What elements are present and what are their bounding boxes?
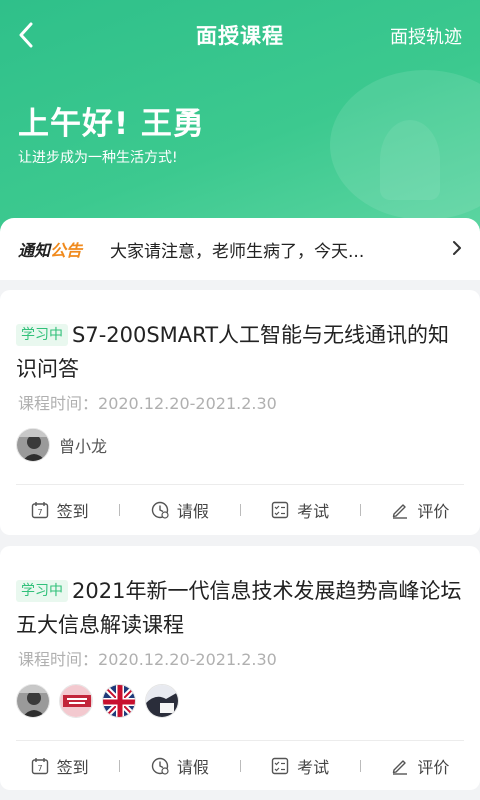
checkin-label: 签到 xyxy=(56,502,89,521)
banner-decoration xyxy=(380,120,440,200)
photo-icon[interactable] xyxy=(145,684,179,718)
calendar-icon: 7 xyxy=(31,502,48,519)
track-link[interactable]: 面授轨迹 xyxy=(390,23,462,49)
svg-text:7: 7 xyxy=(37,508,42,517)
course-time-label: 课程时间： xyxy=(18,394,99,413)
teacher-list xyxy=(16,684,188,718)
course-card[interactable]: 学习中 S7-200SMART人工智能与无线通讯的知识问答 课程时间：2020.1… xyxy=(0,290,480,535)
top-bar: 面授课程 面授轨迹 xyxy=(0,0,480,70)
calendar-icon: 7 xyxy=(31,758,48,775)
person-photo-icon[interactable] xyxy=(16,684,50,718)
notice-text: 大家请注意，老师生病了，今天... xyxy=(110,241,365,262)
review-label: 评价 xyxy=(417,502,450,521)
checkin-button[interactable]: 7 签到 xyxy=(0,498,119,522)
notice-tag-part1: 通知 xyxy=(18,241,51,260)
pencil-icon xyxy=(393,504,408,519)
checkin-button[interactable]: 7 签到 xyxy=(0,754,119,778)
checkin-label: 签到 xyxy=(56,758,89,777)
course-actions: 7 签到 请假 考试 评价 xyxy=(0,741,480,791)
status-badge: 学习中 xyxy=(16,580,68,602)
chevron-right-icon xyxy=(453,241,461,255)
course-title: S7-200SMART人工智能与无线通讯的知识问答 xyxy=(16,323,450,381)
course-time-range: 2020.12.20-2021.2.30 xyxy=(98,650,277,669)
union-jack-icon[interactable] xyxy=(102,684,136,718)
teacher-name: 曾小龙 xyxy=(59,437,108,456)
notice-tag: 通知公告 xyxy=(18,237,82,261)
exam-button[interactable]: 考试 xyxy=(241,498,360,522)
review-button[interactable]: 评价 xyxy=(361,754,480,778)
checklist-icon xyxy=(271,757,289,775)
pencil-icon xyxy=(393,760,408,775)
teacher-list: 曾小龙 xyxy=(16,428,107,462)
review-button[interactable]: 评价 xyxy=(361,498,480,522)
review-label: 评价 xyxy=(417,758,450,777)
notice-arrow-button[interactable] xyxy=(452,240,462,260)
leave-label: 请假 xyxy=(176,758,209,777)
notice-bar[interactable]: 通知公告 大家请注意，老师生病了，今天... xyxy=(0,218,480,280)
motto-text: 让进步成为一种生活方式! xyxy=(18,150,178,166)
course-time-range: 2020.12.20-2021.2.30 xyxy=(98,394,277,413)
leave-button[interactable]: 请假 xyxy=(120,498,239,522)
leave-button[interactable]: 请假 xyxy=(120,754,239,778)
svg-text:7: 7 xyxy=(37,764,42,773)
course-actions: 7 签到 请假 考试 评价 xyxy=(0,485,480,535)
greeting-text: 上午好! 王勇 xyxy=(18,106,205,142)
checklist-icon xyxy=(271,501,289,519)
clock-leave-icon xyxy=(151,501,169,519)
course-time: 课程时间：2020.12.20-2021.2.30 xyxy=(18,646,277,670)
course-time-label: 课程时间： xyxy=(18,650,99,669)
status-badge: 学习中 xyxy=(16,324,68,346)
exam-label: 考试 xyxy=(297,758,330,777)
course-time: 课程时间：2020.12.20-2021.2.30 xyxy=(18,390,277,414)
notice-tag-part2: 公告 xyxy=(50,241,83,260)
course-card[interactable]: 学习中 2021年新一代信息技术发展趋势高峰论坛五大信息解读课程 课程时间：202… xyxy=(0,546,480,790)
exam-button[interactable]: 考试 xyxy=(241,754,360,778)
course-title: 2021年新一代信息技术发展趋势高峰论坛五大信息解读课程 xyxy=(16,579,462,637)
vogue-logo-icon[interactable] xyxy=(59,684,93,718)
exam-label: 考试 xyxy=(297,502,330,521)
clock-leave-icon xyxy=(151,757,169,775)
leave-label: 请假 xyxy=(176,502,209,521)
course-title-block: 学习中 2021年新一代信息技术发展趋势高峰论坛五大信息解读课程 xyxy=(16,574,468,642)
person-photo-icon[interactable] xyxy=(16,428,50,462)
course-title-block: 学习中 S7-200SMART人工智能与无线通讯的知识问答 xyxy=(16,318,468,386)
